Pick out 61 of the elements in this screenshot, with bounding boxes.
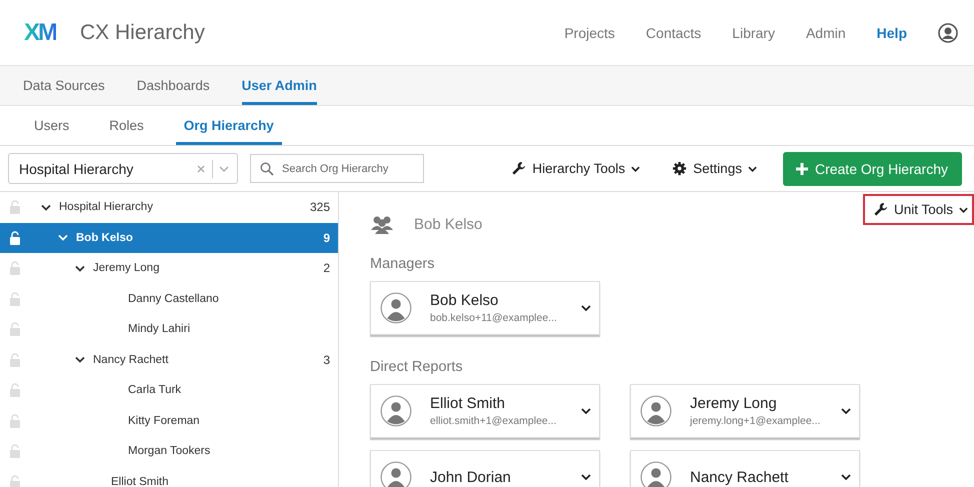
tree-item[interactable]: Danny Castellano xyxy=(0,284,338,314)
plus-icon xyxy=(794,162,809,176)
chevron-down-icon[interactable] xyxy=(841,408,851,414)
unit-tools-button[interactable]: Unit Tools xyxy=(862,194,974,225)
tree-item[interactable]: Kitty Foreman xyxy=(0,406,338,436)
hierarchy-tools-button[interactable]: Hierarchy Tools xyxy=(505,157,646,180)
lock-icon[interactable] xyxy=(9,230,21,245)
nav-link[interactable]: Projects xyxy=(564,24,615,40)
tree-item[interactable]: Elliot Smith xyxy=(0,466,338,487)
unit-name: Bob Kelso xyxy=(414,216,482,232)
chevron-down-icon xyxy=(748,166,757,172)
person-card[interactable]: Nancy Rachett xyxy=(630,450,860,487)
wrench-icon xyxy=(511,161,526,176)
sub-tab[interactable]: Roles xyxy=(101,106,152,145)
chevron-down-icon[interactable] xyxy=(581,474,591,480)
search-field[interactable]: Search Org Hierarchy xyxy=(250,154,424,183)
chevron-down-icon xyxy=(631,166,640,172)
create-org-hierarchy-button[interactable]: Create Org Hierarchy xyxy=(782,152,962,186)
avatar-icon xyxy=(380,461,412,487)
user-account-icon[interactable] xyxy=(938,22,958,42)
chevron-down-icon[interactable] xyxy=(75,264,85,272)
chevron-down-icon[interactable] xyxy=(41,204,51,211)
avatar-icon xyxy=(380,395,412,427)
people-group-icon xyxy=(370,214,394,234)
avatar-icon xyxy=(640,461,672,487)
sub-tab[interactable]: Users xyxy=(26,106,78,145)
tree-item[interactable]: Bob Kelso 9 xyxy=(0,222,338,253)
tree-item[interactable]: Jeremy Long 2 xyxy=(0,253,338,284)
person-card[interactable]: Elliot Smith elliot.smith+1@examplee... xyxy=(370,384,600,438)
chevron-down-icon[interactable] xyxy=(841,474,851,480)
nav-link[interactable]: Library xyxy=(732,24,775,40)
main-tab[interactable]: Dashboards xyxy=(136,66,210,105)
person-card[interactable]: John Dorian xyxy=(370,450,600,487)
avatar-icon xyxy=(640,395,672,427)
section-heading: Direct Reports xyxy=(370,359,464,375)
person-card[interactable]: Jeremy Long jeremy.long+1@examplee... xyxy=(630,384,860,438)
person-card[interactable]: Bob Kelso bob.kelso+11@examplee... xyxy=(370,281,600,335)
chevron-down-icon[interactable] xyxy=(581,305,591,311)
nav-link[interactable]: Contacts xyxy=(646,24,702,40)
tree-item[interactable]: Morgan Tookers xyxy=(0,436,338,466)
tree-item[interactable]: Mindy Lahiri xyxy=(0,314,338,344)
app-title: CX Hierarchy xyxy=(80,20,205,44)
tree-item[interactable]: Hospital Hierarchy 325 xyxy=(0,192,338,222)
sub-tab[interactable]: Org Hierarchy xyxy=(176,106,282,145)
chevron-down-icon[interactable] xyxy=(581,408,591,414)
search-icon xyxy=(260,162,274,176)
clear-icon[interactable] xyxy=(196,164,206,174)
wrench-icon xyxy=(872,202,888,217)
hierarchy-select[interactable]: Hospital Hierarchy xyxy=(8,153,238,184)
section-heading: Managers xyxy=(370,256,436,272)
nav-link[interactable]: Admin xyxy=(806,24,846,40)
chevron-down-icon xyxy=(959,206,968,212)
tree-item[interactable]: Nancy Rachett 3 xyxy=(0,344,338,375)
main-tab[interactable]: Data Sources xyxy=(23,66,105,105)
avatar-icon xyxy=(380,292,412,324)
settings-button[interactable]: Settings xyxy=(666,157,763,180)
chevron-down-icon[interactable] xyxy=(75,356,85,364)
tree-item[interactable]: Carla Turk xyxy=(0,375,338,406)
nav-link[interactable]: Help xyxy=(876,24,907,40)
gear-icon xyxy=(672,161,688,176)
main-tab[interactable]: User Admin xyxy=(242,66,317,105)
